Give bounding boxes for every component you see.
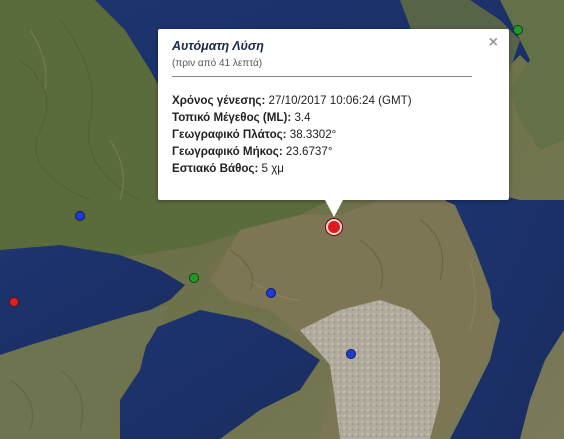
row-magnitude: Τοπικό Μέγεθος (ML): 3.4 [172,109,496,126]
row-origin-time: Χρόνος γένεσης: 27/10/2017 10:06:24 (GMT… [172,92,496,109]
popup-subtitle: (πριν από 41 λεπτά) [172,58,263,69]
latitude-value: 38.3302° [286,128,337,141]
depth-label: Εστιακό Βάθος: [172,162,259,175]
longitude-label: Γεωγραφικό Μήκος: [172,145,283,158]
marker-blue-south[interactable] [346,349,356,359]
longitude-value: 23.6737° [282,145,333,158]
latitude-label: Γεωγραφικό Πλάτος: [172,128,287,141]
origin-time-value: 27/10/2017 10:06:24 (GMT) [265,94,412,107]
origin-time-label: Χρόνος γένεσης: [172,94,266,107]
row-latitude: Γεωγραφικό Πλάτος: 38.3302° [172,126,496,143]
marker-blue-center[interactable] [266,288,276,298]
marker-blue-west[interactable] [75,211,85,221]
marker-green-ne[interactable] [513,25,523,35]
row-longitude: Γεωγραφικό Μήκος: 23.6737° [172,143,496,160]
popup-divider [172,76,472,77]
close-icon[interactable]: × [489,35,498,51]
magnitude-label: Τοπικό Μέγεθος (ML): [172,111,292,124]
row-depth: Εστιακό Βάθος: 5 χμ [172,160,496,177]
popup-body: Χρόνος γένεσης: 27/10/2017 10:06:24 (GMT… [172,92,496,177]
popup-pointer [325,200,343,217]
marker-red-selected[interactable] [326,219,342,235]
marker-green-center[interactable] [189,273,199,283]
info-popup: × Αυτόματη Λύση (πριν από 41 λεπτά) Χρόν… [158,29,509,200]
marker-red-far-west[interactable] [9,297,19,307]
depth-value: 5 χμ [258,162,284,175]
popup-title: Αυτόματη Λύση [172,39,264,53]
magnitude-value: 3.4 [291,111,311,124]
